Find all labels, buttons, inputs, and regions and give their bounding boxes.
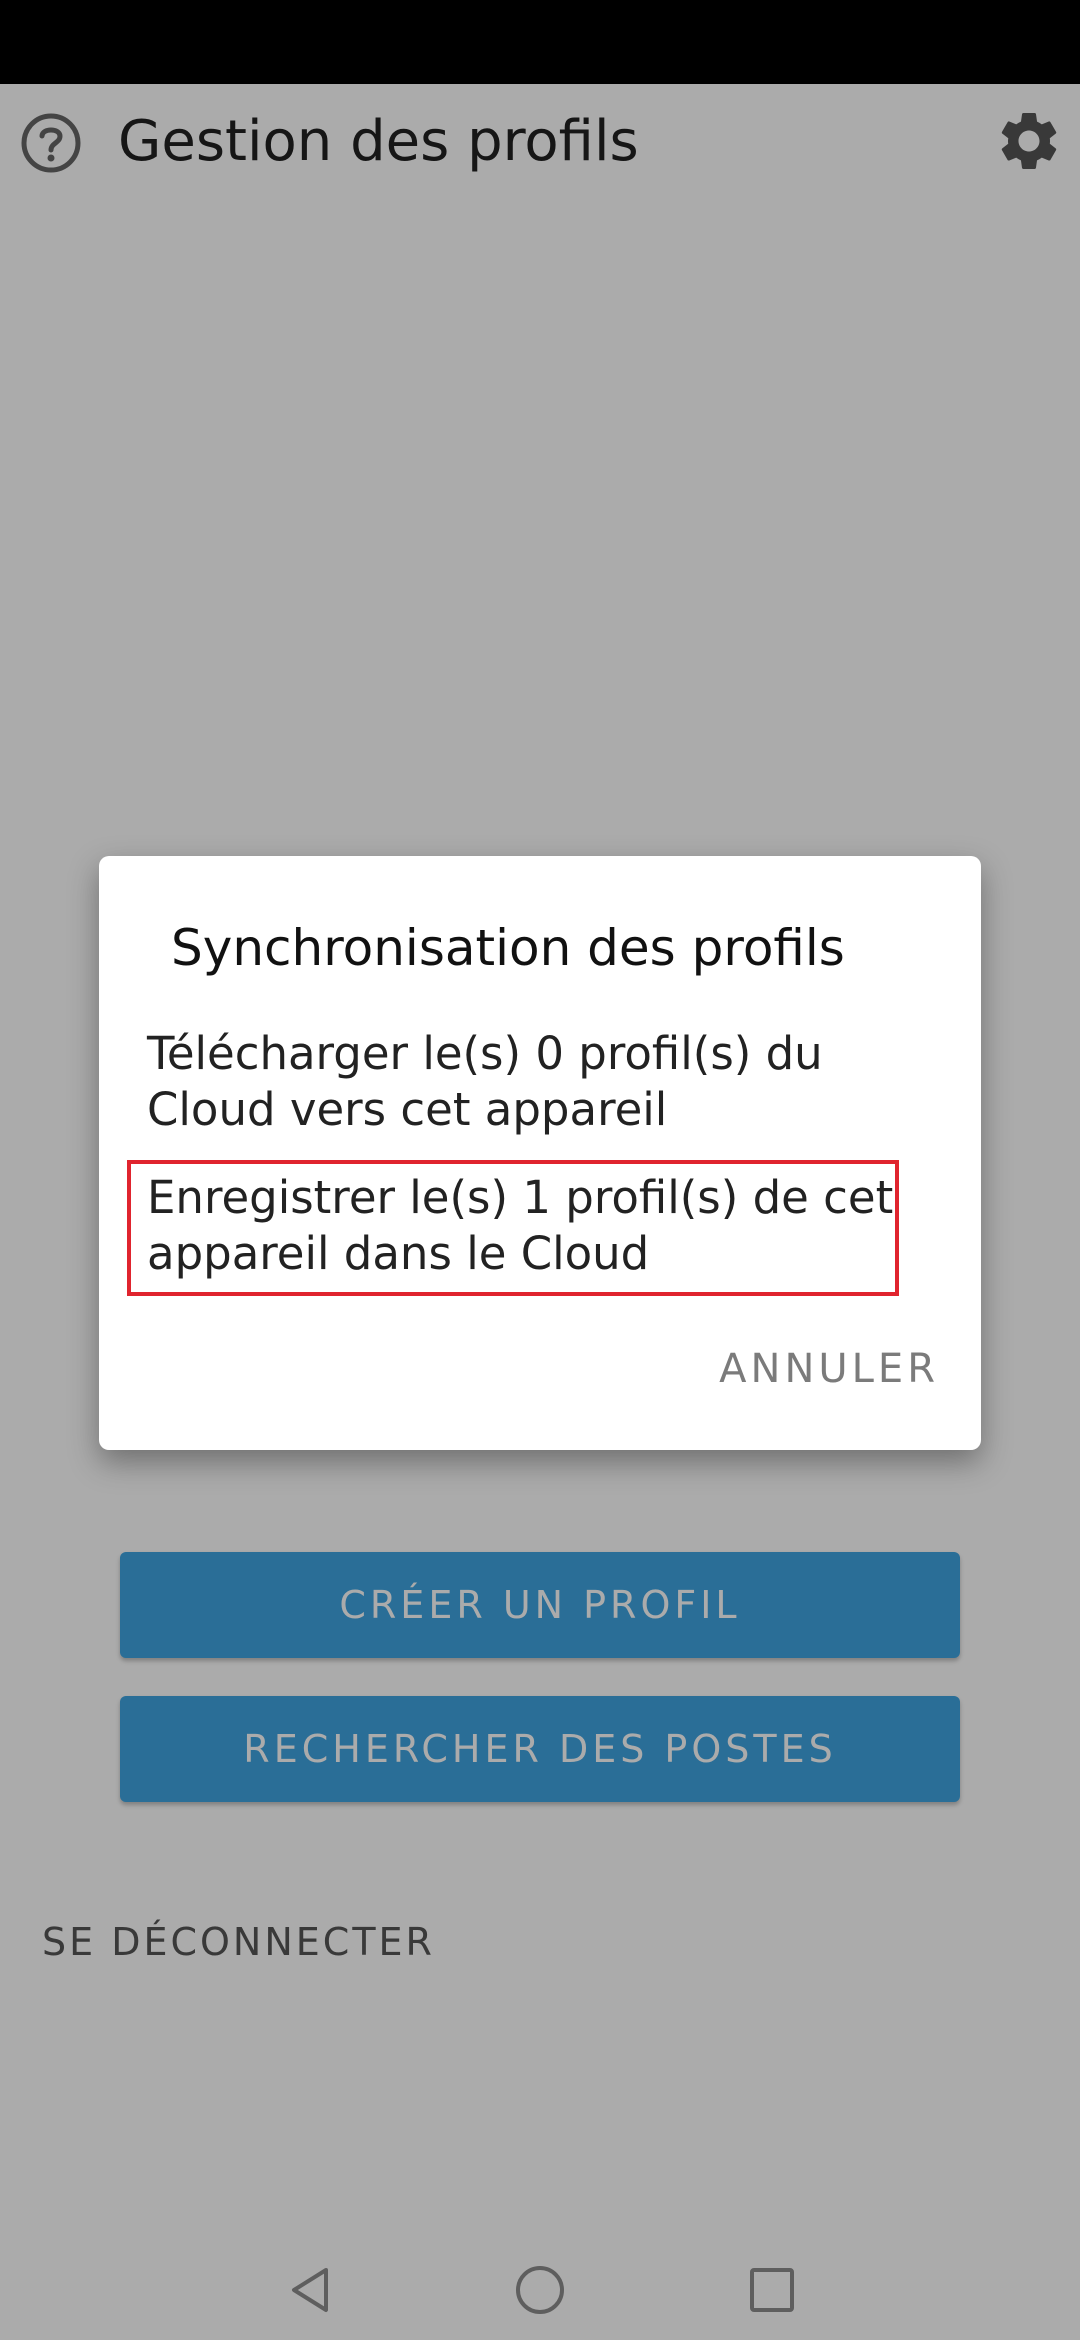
download-from-cloud-option[interactable]: Télécharger le(s) 0 profil(s) du Cloud v…: [147, 1026, 937, 1138]
cancel-button[interactable]: ANNULER: [719, 1346, 939, 1392]
sync-profiles-dialog: Synchronisation des profils Télécharger …: [99, 856, 981, 1450]
status-bar-overlay: [0, 0, 1080, 84]
dialog-title: Synchronisation des profils: [171, 919, 845, 977]
save-to-cloud-option[interactable]: Enregistrer le(s) 1 profil(s) de cet app…: [147, 1170, 937, 1282]
